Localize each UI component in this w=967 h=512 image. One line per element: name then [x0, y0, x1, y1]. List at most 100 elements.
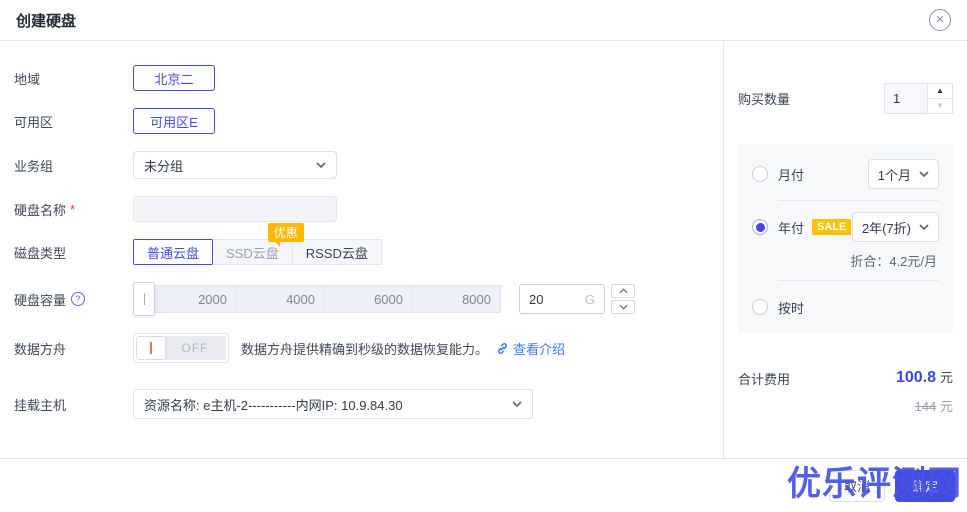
total-cost-label: 合计费用: [738, 372, 791, 387]
disk-name-label: 硬盘名称 *: [14, 200, 133, 219]
disk-name-label-text: 硬盘名称: [14, 202, 67, 218]
quantity-stepper: ▲ ▼: [928, 83, 953, 114]
mount-host-select-value: 资源名称: e主机-2-----------内网IP: 10.9.84.30: [144, 397, 403, 413]
zone-label: 可用区: [14, 114, 54, 130]
chevron-down-icon: [316, 162, 326, 168]
capacity-label: 硬盘容量 ?: [14, 290, 133, 309]
view-intro-link-text: 查看介绍: [513, 341, 566, 357]
hourly-radio[interactable]: [752, 299, 768, 315]
toggle-handle: [136, 336, 166, 360]
quantity-input[interactable]: [884, 83, 928, 114]
mount-host-select[interactable]: 资源名称: e主机-2-----------内网IP: 10.9.84.30: [133, 389, 533, 419]
total-cost-row: 合计费用 100.8 元 144 元: [738, 367, 953, 415]
billing-option-hourly: 按时: [752, 291, 939, 323]
row-region: 地域 北京二: [14, 65, 723, 91]
monthly-radio[interactable]: [752, 166, 768, 182]
hourly-label: 按时: [778, 300, 805, 316]
monthly-duration-select[interactable]: 1个月: [867, 159, 939, 189]
confirm-button[interactable]: 确定: [895, 469, 955, 502]
slider-tick-6000[interactable]: 6000: [324, 285, 413, 313]
toggle-off-label: OFF: [164, 336, 226, 360]
capacity-step-down[interactable]: [611, 300, 635, 314]
yearly-duration-value: 2年(7折): [861, 220, 911, 236]
group-select[interactable]: 未分组: [133, 151, 337, 179]
chevron-up-icon: [618, 288, 628, 294]
slider-track[interactable]: 2000 4000 6000 8000: [148, 285, 501, 313]
row-disk-type: 磁盘类型 普通云盘 SSD云盘 优惠 RSSD云盘: [14, 223, 723, 265]
group-select-value: 未分组: [144, 158, 184, 174]
price-currency: 元: [939, 370, 953, 385]
row-disk-name: 硬盘名称 *: [14, 196, 723, 222]
close-icon[interactable]: ✕: [929, 9, 951, 31]
data-ark-toggle[interactable]: OFF: [133, 333, 229, 363]
view-intro-link[interactable]: 查看介绍: [496, 339, 565, 358]
quantity-label: 购买数量: [738, 92, 791, 107]
row-zone: 可用区 可用区E: [14, 108, 723, 134]
mount-host-label: 挂载主机: [14, 397, 67, 413]
data-ark-label: 数据方舟: [14, 341, 67, 357]
capacity-input-box: G: [519, 284, 605, 314]
price-original-currency: 元: [939, 399, 953, 414]
slider-handle[interactable]: [133, 282, 155, 316]
region-label: 地域: [14, 71, 41, 87]
billing-option-yearly: 年付 SALE 2年(7折): [752, 211, 939, 243]
capacity-slider: 2000 4000 6000 8000: [133, 282, 501, 316]
quantity-step-down[interactable]: ▼: [928, 98, 953, 114]
price-original-value: 144: [914, 399, 937, 414]
monthly-duration-value: 1个月: [877, 167, 911, 183]
chevron-down-icon: [618, 304, 628, 310]
quantity-row: 购买数量 ▲ ▼: [738, 83, 953, 114]
purchase-panel: 购买数量 ▲ ▼ 月付 1个月: [723, 41, 967, 458]
chevron-down-icon: [512, 401, 522, 407]
promo-badge: 优惠: [267, 223, 304, 247]
price-value: 100.8: [895, 369, 936, 386]
disk-type-option-rssd[interactable]: RSSD云盘: [291, 239, 382, 265]
modal-header: 创建硬盘 ✕: [0, 0, 967, 41]
capacity-step-up[interactable]: [611, 284, 635, 298]
monthly-label: 月付: [778, 167, 805, 183]
data-ark-description: 数据方舟提供精确到秒级的数据恢复能力。: [241, 341, 489, 357]
cancel-button[interactable]: 取消: [829, 469, 885, 502]
disk-type-option-ssd[interactable]: SSD云盘 优惠: [212, 223, 304, 265]
chevron-down-icon: [919, 171, 929, 177]
slider-tick-2000[interactable]: 2000: [148, 285, 237, 313]
slider-tick-4000[interactable]: 4000: [236, 285, 325, 313]
zone-button[interactable]: 可用区E: [133, 108, 215, 134]
quantity-control: ▲ ▼: [884, 83, 953, 114]
yearly-radio[interactable]: [752, 219, 768, 235]
capacity-unit: G: [584, 291, 595, 307]
disk-type-label: 磁盘类型: [14, 245, 67, 261]
disk-type-option-normal[interactable]: 普通云盘: [133, 239, 214, 265]
billing-divider: [778, 280, 939, 281]
required-asterisk: *: [70, 201, 76, 217]
capacity-label-text: 硬盘容量: [14, 292, 67, 308]
help-icon[interactable]: ?: [71, 292, 86, 306]
capacity-input[interactable]: [529, 291, 575, 307]
modal-footer: 取消 确定: [0, 458, 967, 512]
disk-type-group: 普通云盘 SSD云盘 优惠 RSSD云盘: [133, 223, 382, 265]
capacity-stepper: [611, 284, 635, 314]
create-disk-modal: 创建硬盘 ✕ 地域 北京二 可用区 可用区E 业务组 未分组 硬盘名称 * 磁盘…: [0, 0, 967, 512]
total-prices: 100.8 元 144 元: [896, 367, 953, 415]
region-button[interactable]: 北京二: [133, 65, 215, 91]
slider-handle-line: [143, 293, 145, 305]
chevron-down-icon: [919, 224, 929, 230]
slider-tick-8000[interactable]: 8000: [412, 285, 501, 313]
modal-body: 地域 北京二 可用区 可用区E 业务组 未分组 硬盘名称 * 磁盘类型 普通云盘…: [0, 41, 967, 458]
disk-name-input[interactable]: [133, 196, 337, 222]
group-label: 业务组: [14, 158, 54, 174]
yearly-label: 年付: [778, 220, 805, 236]
sale-badge: SALE: [812, 219, 852, 235]
row-data-ark: 数据方舟 OFF 数据方舟提供精确到秒级的数据恢复能力。 查看介绍: [14, 333, 723, 363]
disk-type-option-ssd-text: SSD云盘: [226, 245, 279, 261]
modal-title: 创建硬盘: [16, 12, 77, 30]
billing-divider: [778, 200, 939, 201]
toggle-handle-line: [150, 342, 152, 354]
form-left: 地域 北京二 可用区 可用区E 业务组 未分组 硬盘名称 * 磁盘类型 普通云盘…: [0, 41, 723, 458]
billing-panel: 月付 1个月 年付 SALE 2年(7折) 折合：4.2元/月 按时: [738, 144, 953, 333]
quantity-step-up[interactable]: ▲: [928, 83, 953, 99]
row-capacity: 硬盘容量 ? 2000 4000 6000 8000 G: [14, 282, 723, 316]
yearly-duration-select[interactable]: 2年(7折): [851, 212, 939, 242]
price-original: 144 元: [896, 396, 953, 415]
yearly-monthly-equivalent: 折合：4.2元/月: [850, 254, 937, 269]
